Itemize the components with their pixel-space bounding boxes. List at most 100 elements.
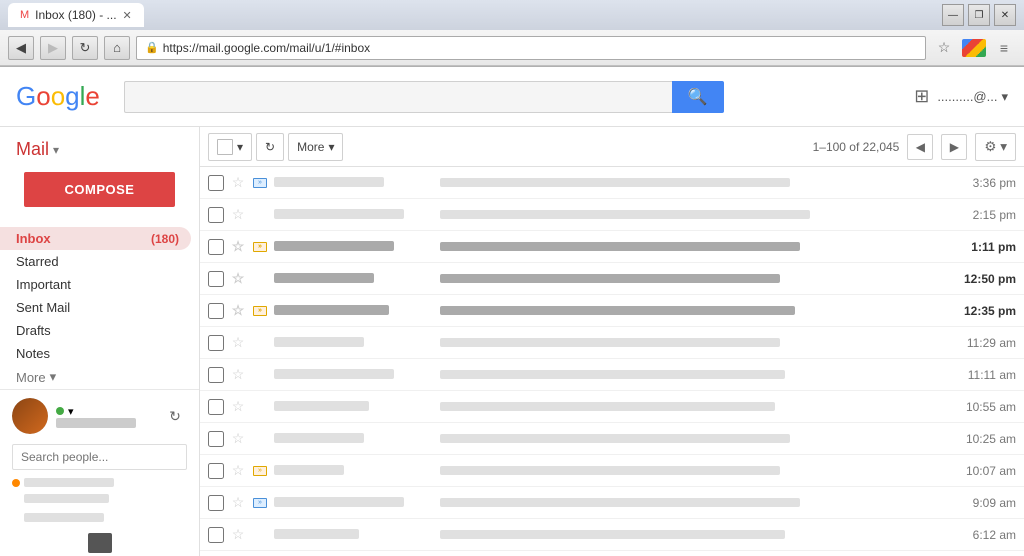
refresh-button[interactable]: ↻ — [256, 133, 284, 161]
email-star-icon[interactable]: ☆ — [230, 175, 246, 191]
browser-chrome: M Inbox (180) - ... ✕ — ❐ ✕ ◀ ▶ ↻ ⌂ 🔒 ht… — [0, 0, 1024, 67]
tab-close-button[interactable]: ✕ — [123, 9, 132, 22]
email-star-icon[interactable]: ☆ — [230, 495, 246, 511]
email-row[interactable]: ☆ » 12:35 pm — [200, 295, 1024, 327]
email-checkbox[interactable] — [208, 175, 224, 191]
email-row[interactable]: ☆ 6:12 am — [200, 519, 1024, 551]
settings-button[interactable]: ⚙ ▾ — [975, 133, 1016, 161]
email-row[interactable]: ☆ » 1:11 pm — [200, 231, 1024, 263]
email-star-icon[interactable]: ☆ — [230, 527, 246, 543]
sidebar-item-inbox[interactable]: Inbox (180) — [0, 227, 191, 250]
email-star-icon[interactable]: ☆ — [230, 239, 246, 255]
bookmark-icon[interactable]: ☆ — [932, 36, 956, 60]
sidebar-item-important[interactable]: Important — [0, 273, 191, 296]
minimize-button[interactable]: — — [942, 4, 964, 26]
email-row[interactable]: ☆ 11:29 am — [200, 327, 1024, 359]
email-category-icon — [252, 431, 268, 447]
email-checkbox[interactable] — [208, 303, 224, 319]
email-row[interactable]: ☆ » 2:25 am — [200, 551, 1024, 556]
email-star-icon[interactable]: ☆ — [230, 463, 246, 479]
more-link[interactable]: More ▾ — [0, 365, 199, 389]
email-subject — [440, 431, 940, 446]
prev-page-button[interactable]: ◀ — [907, 134, 933, 160]
email-row[interactable]: ☆ 11:11 am — [200, 359, 1024, 391]
email-star-icon[interactable]: ☆ — [230, 303, 246, 319]
refresh-contacts-button[interactable]: ↻ — [163, 404, 187, 428]
email-checkbox[interactable] — [208, 335, 224, 351]
address-bar[interactable]: 🔒 https://mail.google.com/mail/u/1/#inbo… — [136, 36, 926, 60]
email-row[interactable]: ☆ 12:50 pm — [200, 263, 1024, 295]
restore-button[interactable]: ❐ — [968, 4, 990, 26]
more-dropdown-icon: ▾ — [328, 140, 334, 154]
email-star-icon[interactable]: ☆ — [230, 207, 246, 223]
email-row[interactable]: ☆ » 3:36 pm — [200, 167, 1024, 199]
email-star-icon[interactable]: ☆ — [230, 399, 246, 415]
compose-button[interactable]: COMPOSE — [24, 172, 175, 207]
more-label: More — [16, 370, 46, 385]
email-checkbox[interactable] — [208, 271, 224, 287]
back-button[interactable]: ◀ — [8, 36, 34, 60]
email-checkbox[interactable] — [208, 399, 224, 415]
email-star-icon[interactable]: ☆ — [230, 271, 246, 287]
sidebar-item-drafts[interactable]: Drafts — [0, 319, 191, 342]
email-row[interactable]: ☆ 10:25 am — [200, 423, 1024, 455]
search-button[interactable]: 🔍 — [672, 81, 724, 113]
select-all-button[interactable]: ▾ — [208, 133, 252, 161]
inbox-label: Inbox — [16, 231, 51, 246]
user-status-dropdown[interactable]: ▾ — [68, 405, 74, 418]
email-category-icon — [252, 399, 268, 415]
email-subject — [440, 207, 940, 222]
email-checkbox[interactable] — [208, 495, 224, 511]
close-button[interactable]: ✕ — [994, 4, 1016, 26]
email-subject — [440, 303, 940, 318]
browser-tab[interactable]: M Inbox (180) - ... ✕ — [8, 3, 144, 27]
email-sender — [274, 239, 434, 254]
select-checkbox[interactable] — [217, 139, 233, 155]
gmail-container: Google 🔍 ⊞ ..........@... ▾ Mail ▾ — [0, 67, 1024, 556]
user-details: ▾ — [56, 405, 155, 428]
app-body: Mail ▾ COMPOSE Inbox (180) Starred Impor… — [0, 127, 1024, 556]
email-checkbox[interactable] — [208, 431, 224, 447]
more-dropdown-icon: ▾ — [50, 369, 57, 385]
settings-dropdown-icon: ▾ — [1000, 139, 1007, 155]
email-row[interactable]: ☆ » 9:09 am — [200, 487, 1024, 519]
notes-label: Notes — [16, 346, 50, 361]
next-page-button[interactable]: ▶ — [941, 134, 967, 160]
sidebar-item-notes[interactable]: Notes — [0, 342, 191, 365]
toolbar: ▾ ↻ More ▾ 1–100 of 22,045 ◀ ▶ ⚙ ▾ — [200, 127, 1024, 167]
email-sender — [274, 463, 434, 478]
forward-button[interactable]: ▶ — [40, 36, 66, 60]
email-checkbox[interactable] — [208, 463, 224, 479]
home-button[interactable]: ⌂ — [104, 36, 130, 60]
email-time: 1:11 pm — [946, 240, 1016, 254]
email-time: 10:07 am — [946, 464, 1016, 478]
email-star-icon[interactable]: ☆ — [230, 335, 246, 351]
email-checkbox[interactable] — [208, 207, 224, 223]
search-input[interactable] — [124, 81, 672, 113]
more-button[interactable]: More ▾ — [288, 133, 343, 161]
email-checkbox[interactable] — [208, 367, 224, 383]
email-star-icon[interactable]: ☆ — [230, 431, 246, 447]
email-sender — [274, 271, 434, 286]
search-people-input[interactable] — [12, 444, 187, 470]
account-button[interactable]: ..........@... ▾ — [937, 89, 1008, 105]
account-label: ..........@... — [937, 89, 997, 104]
email-star-icon[interactable]: ☆ — [230, 367, 246, 383]
reload-button[interactable]: ↻ — [72, 36, 98, 60]
sidebar-item-sent[interactable]: Sent Mail — [0, 296, 191, 319]
email-row[interactable]: ☆ 2:15 pm — [200, 199, 1024, 231]
email-checkbox[interactable] — [208, 527, 224, 543]
google-account-icon[interactable] — [962, 36, 986, 60]
select-dropdown-icon[interactable]: ▾ — [237, 140, 243, 154]
email-category-icon: » — [252, 463, 268, 479]
email-row[interactable]: ☆ 10:55 am — [200, 391, 1024, 423]
contacts-icon — [88, 533, 112, 553]
menu-icon[interactable]: ≡ — [992, 36, 1016, 60]
user-info: ▾ ↻ — [12, 398, 187, 434]
email-checkbox[interactable] — [208, 239, 224, 255]
apps-grid-icon[interactable]: ⊞ — [914, 86, 929, 107]
mail-dropdown-icon[interactable]: ▾ — [53, 143, 59, 157]
email-row[interactable]: ☆ » 10:07 am — [200, 455, 1024, 487]
sidebar-item-starred[interactable]: Starred — [0, 250, 191, 273]
sidebar-user-section: ▾ ↻ — [0, 389, 199, 556]
